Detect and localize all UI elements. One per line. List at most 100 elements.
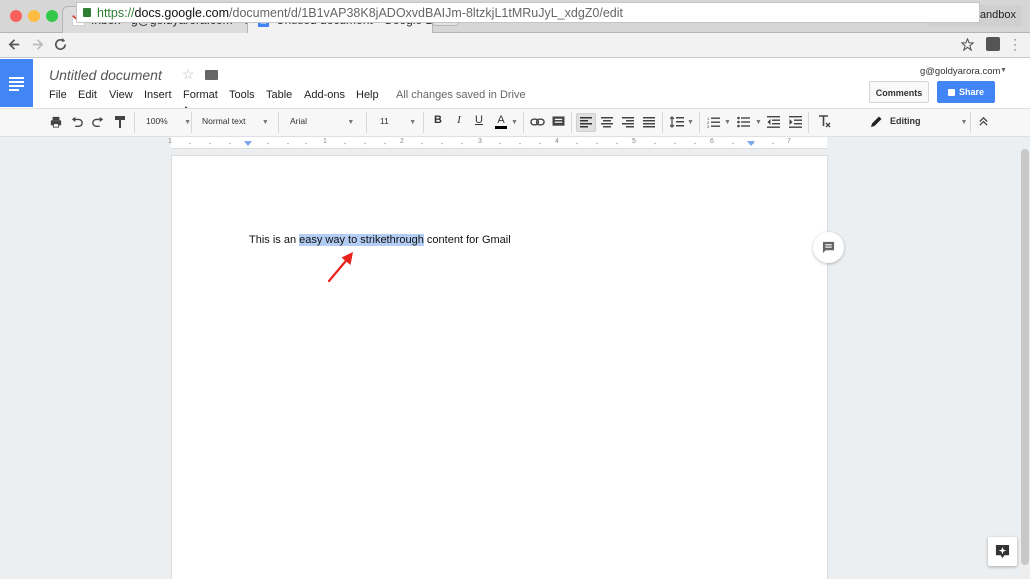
bulleted-list-icon[interactable] [737,116,750,128]
bold-button[interactable]: B [433,114,443,130]
link-icon[interactable] [530,117,545,127]
toolbar-separator [699,112,700,133]
document-title[interactable]: Untitled document [49,67,162,83]
print-icon[interactable] [50,116,62,128]
extension-icon[interactable] [986,37,1000,51]
menu-tools[interactable]: Tools [229,89,255,101]
text-color-button[interactable]: A [494,114,508,132]
increase-indent-icon[interactable] [789,116,802,128]
share-button[interactable]: Share [937,81,995,103]
paint-format-icon[interactable] [114,115,126,129]
share-label: Share [958,87,984,97]
account-dropdown-icon[interactable]: ▼ [1000,67,1007,74]
toolbar-separator [662,112,663,133]
redo-icon[interactable] [92,116,104,128]
menu-addons[interactable]: Add-ons [304,89,345,101]
svg-text:3: 3 [707,124,710,128]
toolbar-separator [278,112,279,133]
scrollbar-thumb[interactable] [1021,149,1029,565]
text-run: This is an [249,234,300,246]
url-host: docs.google.com [134,6,230,20]
window-zoom-button[interactable] [46,10,58,22]
chevron-down-icon: ▼ [960,119,968,126]
url-path: /document/d/1B1vAP38K8jADOxvdBAIJm-8ltzk… [229,6,623,20]
zoom-value: 100% [146,116,168,126]
toolbar-separator [808,112,809,133]
font-select[interactable]: Arial ▼ [290,116,354,126]
insert-comment-icon[interactable] [552,116,565,128]
chevron-down-icon[interactable]: ▼ [724,119,731,126]
right-indent-marker[interactable] [747,141,755,146]
decrease-indent-icon[interactable] [767,116,780,128]
save-status: All changes saved in Drive [396,89,526,101]
align-justify-icon[interactable] [643,117,655,128]
toolbar-separator [571,112,572,133]
lock-icon [947,89,955,96]
menu-view[interactable]: View [109,89,133,101]
chevron-down-icon[interactable]: ▼ [687,119,694,126]
menu-table[interactable]: Table [266,89,292,101]
back-arrow-icon[interactable] [7,37,22,52]
reload-icon[interactable] [53,37,68,52]
zoom-select[interactable]: 100% ▼ [146,116,191,126]
line-spacing-icon[interactable] [670,116,684,128]
align-left-icon [580,117,592,128]
forward-arrow-icon[interactable] [30,37,45,52]
chevron-down-icon: ▼ [347,119,355,126]
align-center-icon[interactable] [601,117,613,128]
document-paragraph[interactable]: This is an easy way to strikethrough con… [249,234,511,246]
folder-icon[interactable] [205,70,218,80]
annotation-arrow-icon [327,252,353,283]
lock-icon [83,8,91,17]
vertical-scrollbar[interactable] [1020,149,1030,579]
font-size-select[interactable]: 11 ▼ [380,116,416,126]
explore-icon [995,544,1010,559]
align-right-icon[interactable] [622,117,634,128]
underline-button[interactable]: U [474,114,484,130]
mode-value: Editing [890,116,921,126]
bookmark-star-icon[interactable] [961,38,974,51]
document-page[interactable] [171,155,828,579]
clear-formatting-icon[interactable] [818,115,831,128]
comments-button[interactable]: Comments [869,81,929,103]
url-scheme: https:// [97,6,135,20]
italic-button[interactable]: I [454,114,464,130]
chrome-menu-icon[interactable]: · · · [1013,33,1019,55]
window-close-button[interactable] [10,10,22,22]
comment-icon [822,241,835,254]
docs-home-icon[interactable] [0,59,33,107]
ruler-dots [189,142,774,145]
font-value: Arial [290,116,308,126]
toolbar-separator [366,112,367,133]
numbered-list-icon[interactable]: 123 [707,116,720,128]
url-field[interactable]: https://docs.google.com/document/d/1B1vA… [76,2,980,23]
toolbar-separator [423,112,424,133]
text-run: content for Gmail [423,234,511,246]
menu-edit[interactable]: Edit [78,89,97,101]
chevron-down-icon[interactable]: ▼ [755,119,762,126]
toolbar-separator [191,112,192,133]
star-icon[interactable]: ☆ [182,66,195,83]
chevron-down-icon: ▼ [409,119,417,126]
font-size-value: 11 [380,116,389,126]
paragraph-style-select[interactable]: Normal text ▼ [202,116,269,126]
explore-button[interactable] [988,537,1017,566]
add-comment-button[interactable] [813,232,844,263]
left-indent-marker[interactable] [244,141,252,146]
account-email[interactable]: g@goldyarora.com [920,66,1000,77]
address-bar-row [0,33,1030,58]
undo-icon[interactable] [71,116,83,128]
collapse-menus-icon[interactable] [978,116,989,127]
style-value: Normal text [202,116,246,126]
window-minimize-button[interactable] [28,10,40,22]
chevron-down-icon[interactable]: ▼ [511,119,518,126]
selected-text[interactable]: easy way to strikethrough [299,234,424,246]
menu-insert[interactable]: Insert [144,89,172,101]
menu-format[interactable]: Format [183,89,218,101]
menu-file[interactable]: File [49,89,67,101]
pencil-icon [871,116,882,127]
menu-help[interactable]: Help [356,89,379,101]
editing-mode-select[interactable]: Editing ▼ [890,116,967,126]
toolbar-separator [134,112,135,133]
toolbar-separator [523,112,524,133]
